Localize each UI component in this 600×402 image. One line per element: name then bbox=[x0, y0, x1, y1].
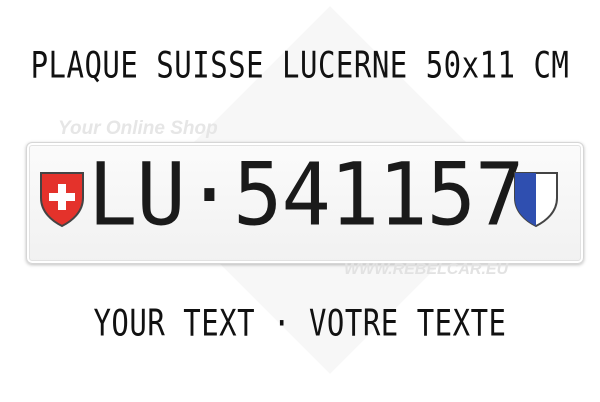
watermark-bottom: WWW.REBELCAR.EU bbox=[344, 261, 509, 278]
lucerne-canton-shield-icon bbox=[512, 170, 560, 228]
page-title: PLAQUE SUISSE LUCERNE 50x11 CM bbox=[30, 43, 570, 87]
custom-text-label: YOUR TEXT · VOTRE TEXTE bbox=[93, 301, 507, 345]
swiss-cross-shield-icon bbox=[38, 170, 86, 228]
plate-number: LU·541157 bbox=[88, 145, 524, 246]
